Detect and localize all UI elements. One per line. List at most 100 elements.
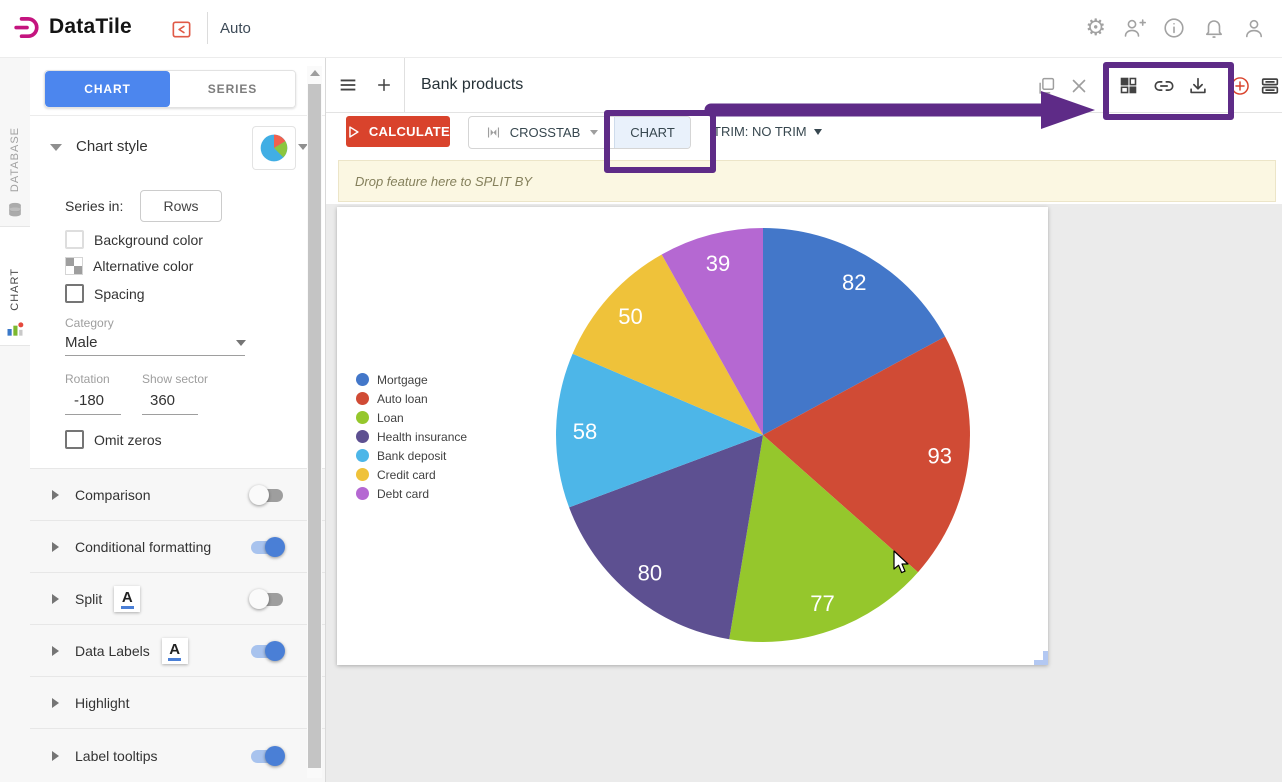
legend-item[interactable]: Credit card [356,465,467,484]
split-text-style-icon[interactable]: A [114,586,140,612]
background-color-checkbox[interactable] [65,230,84,249]
scroll-up-caret-icon[interactable] [310,70,320,76]
section-label: Split [75,591,102,607]
topbar-divider [207,12,208,44]
legend-swatch [356,468,369,481]
calculate-button[interactable]: CALCULATE [346,116,450,147]
expand-caret-icon[interactable] [52,751,59,761]
workspace-name[interactable]: Auto [220,20,251,37]
legend-item[interactable]: Auto loan [356,389,467,408]
expand-caret-icon[interactable] [52,542,59,552]
chart-style-collapse-caret[interactable] [50,144,62,151]
spacing-row[interactable]: Spacing [65,284,145,303]
background-color-row[interactable]: Background color [65,230,203,249]
notifications-bell-icon[interactable] [1202,16,1226,40]
dashboard-icon[interactable] [1118,75,1139,96]
alternative-color-checkbox[interactable] [65,257,83,275]
comparison-toggle[interactable] [249,485,285,505]
legend-label: Health insurance [377,430,467,444]
menu-hamburger-icon[interactable] [337,74,359,96]
legend-item[interactable]: Bank deposit [356,446,467,465]
rotation-label: Rotation [65,372,110,386]
tab-chart[interactable]: CHART [45,71,170,107]
section-split[interactable]: Split A [30,572,325,625]
legend-swatch [356,430,369,443]
expand-caret-icon[interactable] [52,594,59,604]
section-highlight[interactable]: Highlight [30,676,325,729]
trim-dropdown[interactable]: TRIM: NO TRIM [713,124,822,139]
logo[interactable]: DataTile [14,14,132,40]
split-by-dropzone[interactable]: Drop feature here to SPLIT BY [338,160,1276,202]
pie-data-label: 82 [842,270,866,295]
legend-swatch [356,373,369,386]
main-area: Bank products [326,58,1282,782]
rail-tab-database[interactable]: DATABASE [0,58,30,226]
rotation-input[interactable]: -180 [74,392,104,409]
link-icon[interactable] [1153,75,1175,97]
panel-tab-group: CHART SERIES [44,70,296,108]
legend-item[interactable]: Debt card [356,484,467,503]
chart-view-button[interactable]: CHART [614,117,690,148]
legend-item[interactable]: Mortgage [356,370,467,389]
user-profile-icon[interactable] [1242,16,1266,40]
expand-caret-icon[interactable] [52,646,59,656]
split-toggle[interactable] [249,589,285,609]
add-circle-icon[interactable] [1229,75,1251,97]
conditional-formatting-toggle[interactable] [249,537,285,557]
omit-zeros-row[interactable]: Omit zeros [65,430,162,449]
crosstab-label: CROSSTAB [510,125,581,140]
background-color-label: Background color [94,232,203,248]
legend-swatch [356,449,369,462]
chart-style-label: Chart style [76,138,148,155]
main-header: Bank products [326,58,1282,113]
section-comparison[interactable]: Comparison [30,468,325,521]
legend-swatch [356,487,369,500]
split-by-text: Drop feature here to SPLIT BY [355,174,532,189]
expand-caret-icon[interactable] [52,490,59,500]
data-labels-toggle[interactable] [249,641,285,661]
category-caret-icon[interactable] [236,340,246,346]
download-icon[interactable] [1187,75,1209,97]
brand-name: DataTile [49,15,132,39]
expand-caret-icon[interactable] [52,698,59,708]
section-conditional-formatting[interactable]: Conditional formatting [30,520,325,573]
close-icon[interactable] [1068,75,1090,97]
legend-label: Auto loan [377,392,428,406]
info-icon[interactable] [1162,16,1186,40]
section-label-tooltips[interactable]: Label tooltips [30,728,325,782]
rows-layout-icon[interactable] [1259,75,1281,97]
tab-series[interactable]: SERIES [170,71,295,107]
pie-data-label: 77 [810,591,834,616]
omit-zeros-checkbox[interactable] [65,430,84,449]
data-labels-text-style-icon[interactable]: A [162,638,188,664]
legend-item[interactable]: Health insurance [356,427,467,446]
series-in-rows-button[interactable]: Rows [140,190,222,222]
add-tab-icon[interactable] [374,75,394,95]
category-select[interactable]: Male [65,334,98,351]
spacing-checkbox[interactable] [65,284,84,303]
rail-tab-chart[interactable]: CHART [0,226,30,346]
scrollbar-thumb[interactable] [308,84,321,768]
legend-label: Bank deposit [377,449,446,463]
legend-item[interactable]: Loan [356,408,467,427]
section-data-labels[interactable]: Data Labels A [30,624,325,677]
add-user-icon[interactable] [1122,16,1146,40]
panel-scrollbar[interactable] [307,66,322,778]
show-sector-label: Show sector [142,372,208,386]
label-tooltips-toggle[interactable] [249,746,285,766]
resize-handle[interactable] [1034,651,1048,665]
pie-data-label: 80 [638,560,662,585]
workspace-tab-icon[interactable] [170,18,193,41]
show-sector-input[interactable]: 360 [150,392,175,409]
chart-type-selector[interactable] [252,126,296,170]
crosstab-button[interactable]: CROSSTAB [469,117,614,148]
alternative-color-row[interactable]: Alternative color [65,257,193,275]
settings-gear-icon[interactable]: ⚙ [1085,16,1106,40]
app-screen: DataTile Auto ⚙ [0,0,1282,782]
rail-database-label: DATABASE [9,127,21,192]
crosstab-caret-icon[interactable] [590,130,598,135]
duplicate-icon[interactable] [1036,75,1058,97]
legend-swatch [356,411,369,424]
view-tab-cell [326,58,405,112]
alternative-color-label: Alternative color [93,258,193,274]
